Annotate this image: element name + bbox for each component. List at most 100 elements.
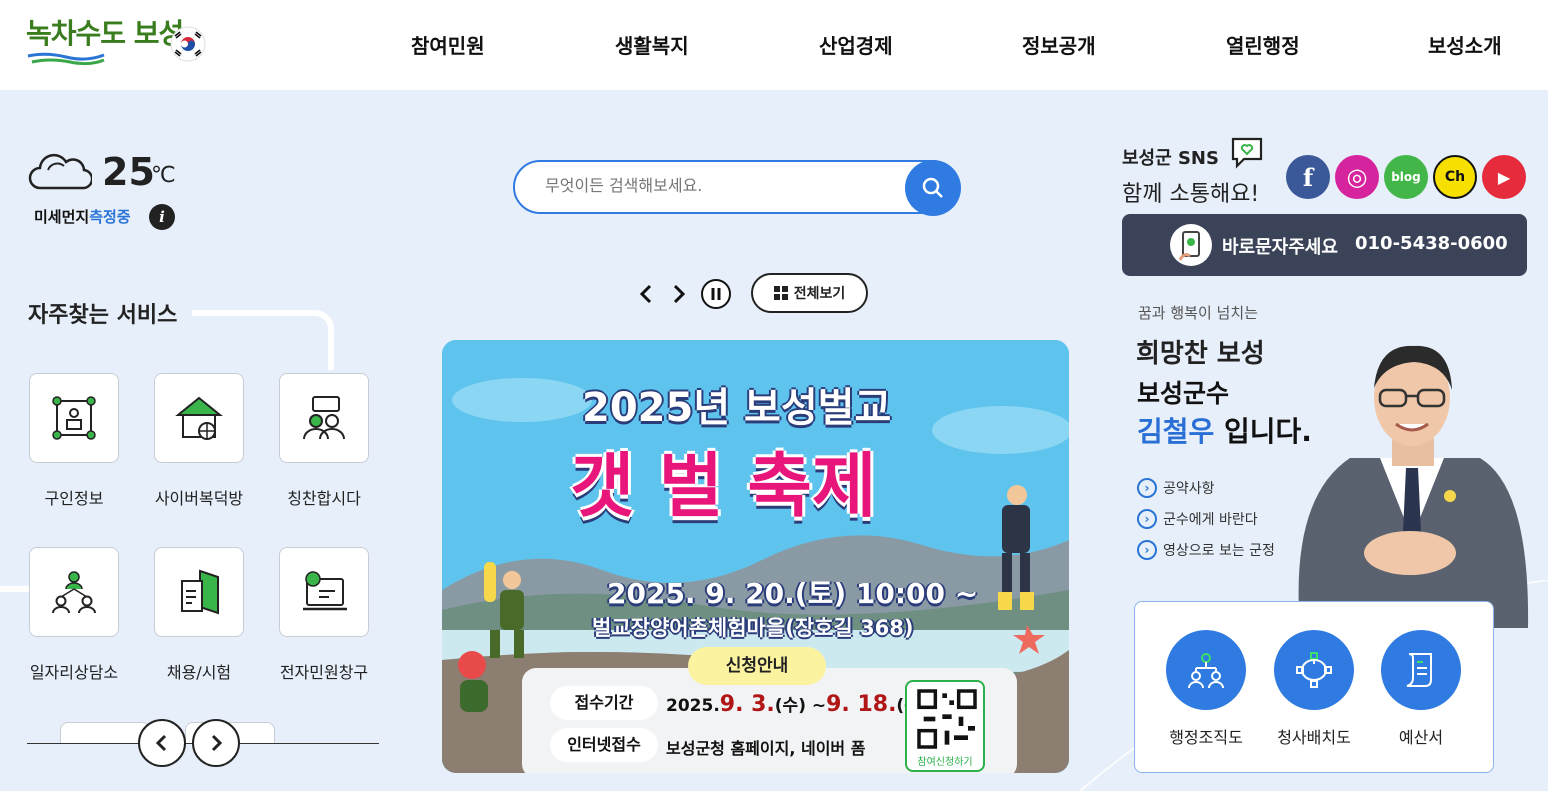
service-label: 일자리상담소 (29, 663, 119, 682)
banner-qr-code[interactable]: 참여신청하기 (905, 680, 985, 772)
facebook-icon[interactable]: f (1286, 155, 1330, 199)
korea-flag-icon (170, 26, 206, 62)
nav-item-civil[interactable]: 참여민원 (411, 30, 485, 59)
service-icon-box (29, 547, 119, 637)
service-label: 사이버복덕방 (154, 489, 244, 508)
site-logo[interactable]: 녹차수도 보성 (26, 12, 184, 66)
logo-waves-icon (27, 52, 105, 66)
service-praise[interactable]: 칭찬합시다 (264, 373, 384, 509)
recruit-exam-icon (181, 569, 219, 615)
quick-label: 행정조직도 (1169, 728, 1243, 747)
service-label: 채용/시험 (166, 663, 232, 682)
arrow-right-icon: › (1137, 478, 1157, 498)
banner-year-title: 2025년 보성벌교 (582, 385, 892, 431)
governor-photo (1298, 345, 1529, 628)
site-header: 녹차수도 보성 참여민원 생활복지 산업경제 정보공개 열린행정 보성소개 (0, 0, 1548, 90)
service-icon-box (279, 547, 369, 637)
service-job-counsel[interactable]: 일자리상담소 (14, 547, 134, 683)
search-icon (922, 177, 943, 198)
e-civil-icon (303, 571, 347, 611)
governor-title: 보성군수 (1137, 379, 1230, 408)
service-label: 전자민원창구 (279, 663, 369, 682)
cyber-realty-icon (175, 396, 223, 440)
services-next-button[interactable] (192, 719, 240, 767)
call-number: 010-5438-0600 (1355, 233, 1508, 254)
service-cyber-realty[interactable]: 사이버복덕방 (139, 373, 259, 509)
youtube-icon[interactable]: ▶ (1482, 155, 1526, 199)
quick-office-map[interactable]: 청사배치도 (1264, 630, 1364, 748)
services-tab-1[interactable] (60, 722, 150, 744)
services-prev-button[interactable] (138, 719, 186, 767)
org-chart-icon (1188, 653, 1224, 689)
view-all-button[interactable]: 전체보기 (751, 273, 868, 313)
festival-banner[interactable]: 2025년 보성벌교 갯 벌 축제 2025. 9. 20.(토) 10:00 … (442, 340, 1069, 773)
link-suggest-governor[interactable]: › 군수에게 바란다 (1137, 509, 1258, 529)
quick-org-chart[interactable]: 행정조직도 (1156, 630, 1256, 748)
link-pledges[interactable]: › 공약사항 (1137, 478, 1215, 498)
arrow-right-icon: › (1137, 540, 1157, 560)
services-title: 자주찾는 서비스 (28, 303, 178, 328)
quick-icon-circle (1274, 630, 1354, 710)
service-icon-box (154, 547, 244, 637)
nav-item-admin[interactable]: 열린행정 (1226, 30, 1300, 59)
governor-slogan: 희망찬 보성 (1136, 339, 1265, 369)
fine-dust-status: 미세먼지측정중 (34, 206, 131, 227)
search-bar (513, 160, 959, 214)
info-icon[interactable]: i (149, 204, 175, 230)
phone-message-icon (1170, 224, 1212, 266)
sns-title: 보성군 SNS (1122, 148, 1219, 169)
cloud-icon (28, 153, 92, 190)
logo-text: 녹차수도 보성 (26, 17, 184, 50)
service-label: 칭찬합시다 (287, 489, 361, 508)
view-all-label: 전체보기 (793, 286, 846, 302)
service-recruit-exam[interactable]: 채용/시험 (139, 547, 259, 683)
quick-icon-circle (1166, 630, 1246, 710)
quick-links-box: 행정조직도 청사배치도 예산서 (1134, 601, 1494, 773)
qr-code-icon (917, 689, 977, 749)
banner-internet-label: 인터넷접수 (550, 728, 658, 762)
banner-festival-title: 갯 벌 축제 (570, 445, 877, 527)
quick-icon-circle (1381, 630, 1461, 710)
service-icon-box (29, 373, 119, 463)
arrow-right-icon: › (1137, 509, 1157, 529)
link-label: 군수에게 바란다 (1163, 512, 1258, 528)
grid-icon (773, 286, 788, 300)
service-job-info[interactable]: 구인정보 (14, 373, 134, 509)
chevron-left-icon (155, 734, 167, 752)
instagram-icon[interactable]: ◎ (1335, 155, 1379, 199)
quick-budget[interactable]: 예산서 (1371, 630, 1471, 748)
link-label: 영상으로 보는 군정 (1163, 543, 1275, 559)
banner-period-value: 2025.9. 3.(수) ~9. 18.(목) (666, 691, 928, 717)
period-prefix: 2025. (666, 696, 720, 716)
praise-icon (303, 396, 345, 440)
link-video-admin[interactable]: › 영상으로 보는 군정 (1137, 540, 1275, 560)
call-label: 바로문자주세요 (1222, 237, 1338, 258)
governor-tagline: 꿈과 행복이 넘치는 (1138, 304, 1258, 322)
office-map-icon (1296, 652, 1332, 688)
banner-date: 2025. 9. 20.(토) 10:00 ~ (607, 577, 979, 610)
text-message-bar[interactable]: 바로문자주세요 010-5438-0600 (1122, 214, 1527, 276)
service-icon-box (279, 373, 369, 463)
banner-internet-value: 보성군청 홈페이지, 네이버 폼 (666, 739, 866, 758)
budget-doc-icon (1406, 653, 1432, 687)
banner-next-button[interactable] (669, 283, 689, 305)
temperature-unit: ℃ (151, 163, 176, 188)
service-e-civil[interactable]: 전자민원창구 (264, 547, 384, 683)
blog-icon[interactable]: blog (1384, 155, 1428, 199)
nav-item-economy[interactable]: 산업경제 (819, 30, 893, 59)
period-end: 9. 18. (826, 692, 897, 717)
kakao-channel-icon[interactable]: Ch (1433, 155, 1477, 199)
nav-item-welfare[interactable]: 생활복지 (615, 30, 689, 59)
banner-pause-button[interactable] (700, 278, 732, 310)
banner-prev-button[interactable] (636, 283, 656, 305)
search-button[interactable] (905, 160, 961, 216)
banner-period-label: 접수기간 (550, 686, 658, 720)
speech-bubble-icon (1231, 137, 1263, 169)
period-start-day: (수) ~ (774, 696, 827, 716)
search-input[interactable] (545, 176, 905, 195)
banner-place: 벌교장양어촌체험마을(장호길 368) (592, 616, 914, 640)
nav-item-info[interactable]: 정보공개 (1022, 30, 1096, 59)
governor-name: 김철우 (1137, 415, 1215, 448)
dust-status-value: 측정중 (89, 208, 131, 226)
nav-item-about[interactable]: 보성소개 (1428, 30, 1502, 59)
